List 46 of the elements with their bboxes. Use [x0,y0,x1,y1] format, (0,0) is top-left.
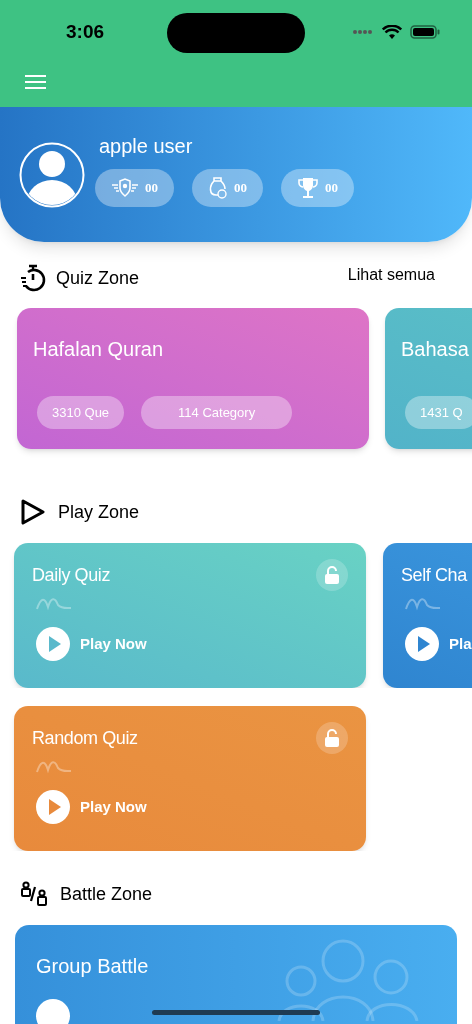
play-card[interactable]: Self Cha Pla [383,543,472,688]
play-card[interactable]: Daily Quiz Play Now [14,543,366,688]
section-title: Quiz Zone [56,266,140,290]
play-now-button[interactable]: Play Now [80,632,147,656]
play-card[interactable]: Random Quiz Play Now [14,706,366,851]
play-icon [405,627,439,661]
play-icon [36,627,70,661]
shield-star-icon [111,177,139,198]
money-bag-icon [208,176,228,199]
stat-value: 00 [234,178,247,197]
category-title: Hafalan Quran [33,337,165,362]
unlock-icon [316,722,348,754]
count-chip: 114 Category [141,396,293,429]
category-card[interactable]: Hafalan Quran 3310 Que 114 Category [17,308,369,449]
user-name: apple user [99,133,194,159]
stat-value: 00 [145,178,158,197]
category-card[interactable]: Bahasa 1431 Q [385,308,472,449]
count-chip: 1431 Q [405,396,472,429]
card-title: Random Quiz [32,726,138,750]
avatar-icon[interactable] [19,141,85,208]
status-time: 3:06 [66,19,105,44]
menu-icon[interactable] [25,74,46,90]
wifi-icon [382,24,402,40]
battery-icon [410,25,440,39]
battle-card[interactable]: Group Battle [15,925,457,1024]
card-title: Daily Quiz [32,563,111,587]
stopwatch-icon [20,264,46,292]
battle-icon [20,881,48,907]
category-title: Bahasa [401,337,470,362]
stat-value: 00 [325,178,338,197]
wave-icon [405,597,441,611]
card-title: Self Cha [401,563,467,587]
section-title: Play Zone [58,500,140,524]
see-all-link[interactable]: Lihat semua [347,263,435,287]
play-now-button[interactable]: Play Now [80,795,147,819]
section-title: Battle Zone [60,882,153,906]
unlock-icon [316,559,348,591]
card-title: Group Battle [36,954,150,979]
play-now-button[interactable]: Pla [449,632,472,656]
count-chip: 3310 Que [37,396,125,429]
wave-icon [36,760,72,774]
trophy-icon [297,176,319,199]
signal-icon [352,29,374,35]
play-icon [36,790,70,824]
play-outline-icon [20,498,46,526]
wave-icon [36,597,72,611]
